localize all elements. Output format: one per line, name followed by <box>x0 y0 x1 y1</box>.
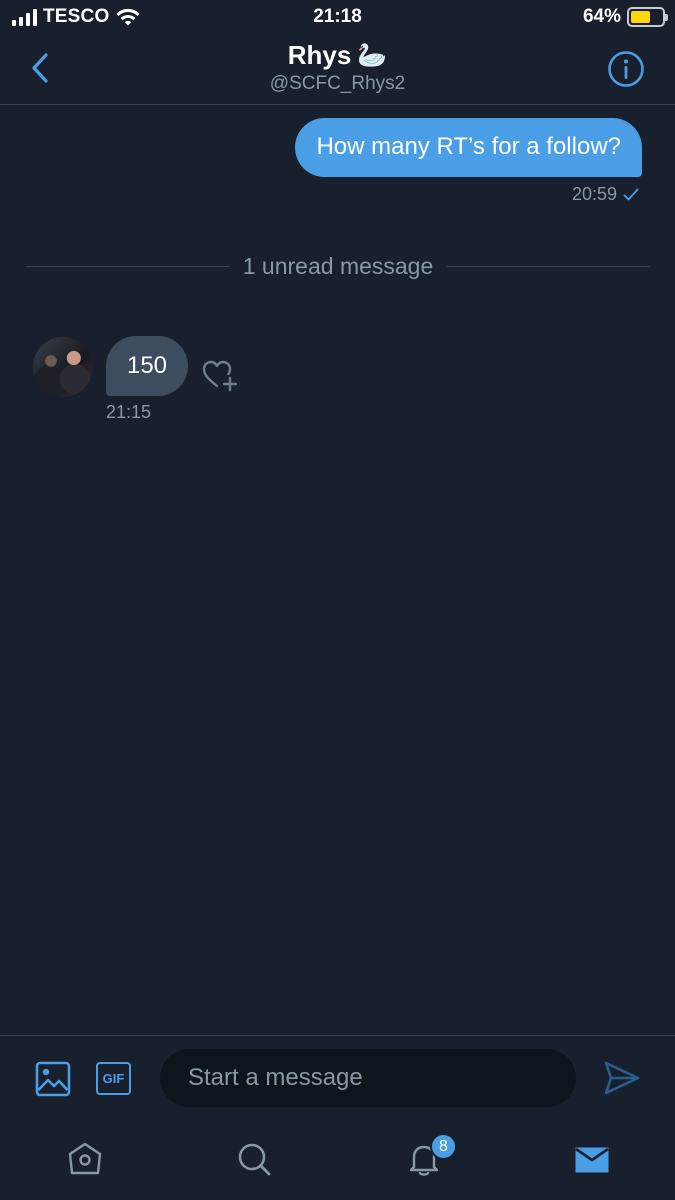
received-message-time: 21:15 <box>106 402 152 422</box>
avatar[interactable] <box>33 337 93 397</box>
tab-bar: 8 <box>0 1121 675 1200</box>
sent-message-meta: 20:59 <box>572 184 639 205</box>
sent-message-time: 20:59 <box>571 184 617 204</box>
home-icon <box>68 1142 102 1175</box>
contact-handle: @SCFC_Rhys2 <box>269 73 406 94</box>
tab-home[interactable] <box>63 1137 107 1181</box>
image-icon <box>35 1061 71 1097</box>
search-icon <box>238 1143 271 1176</box>
notifications-badge: 8 <box>430 1133 457 1160</box>
received-message-text: 150 <box>126 352 168 379</box>
checkmark-icon <box>623 188 639 200</box>
battery-fill <box>631 11 651 23</box>
gif-label: GIF <box>102 1071 125 1086</box>
messages-icon <box>575 1147 609 1173</box>
unread-label: 1 unread message <box>242 252 434 279</box>
header-name-row: Rhys 🦢 <box>288 40 387 71</box>
info-icon <box>608 51 644 87</box>
conversation-header: Rhys 🦢 @SCFC_Rhys2 <box>0 34 675 105</box>
swan-emoji: 🦢 <box>357 42 388 69</box>
status-right: 64% <box>582 6 668 28</box>
info-button[interactable] <box>607 50 645 88</box>
battery-icon <box>627 7 668 27</box>
status-bar: TESCO 21:18 64% <box>0 0 675 34</box>
battery-percent: 64% <box>582 6 621 27</box>
unread-divider: 1 unread message <box>26 250 651 282</box>
status-time: 21:18 <box>313 6 362 27</box>
battery-tip <box>665 14 668 21</box>
divider-line-left <box>26 265 229 267</box>
message-composer: GIF <box>0 1035 675 1121</box>
dm-conversation-screen: TESCO 21:18 64% Rhys 🦢 @SCFC_Rhys2 How m… <box>0 0 675 1200</box>
like-message-button[interactable] <box>200 356 240 396</box>
gif-button[interactable]: GIF <box>96 1062 131 1095</box>
sent-message-bubble[interactable]: How many RT’s for a follow? <box>295 118 642 177</box>
message-input[interactable] <box>160 1049 576 1107</box>
contact-name: Rhys <box>287 40 352 70</box>
divider-line-right <box>447 265 651 267</box>
send-button[interactable] <box>602 1058 642 1098</box>
add-media-button[interactable] <box>34 1060 72 1098</box>
send-icon <box>604 1061 640 1095</box>
tab-search[interactable] <box>232 1137 276 1181</box>
received-message-bubble[interactable]: 150 <box>106 336 188 396</box>
tab-messages[interactable] <box>570 1137 614 1181</box>
heart-plus-icon <box>202 360 238 392</box>
header-title-block[interactable]: Rhys 🦢 @SCFC_Rhys2 <box>0 40 675 95</box>
